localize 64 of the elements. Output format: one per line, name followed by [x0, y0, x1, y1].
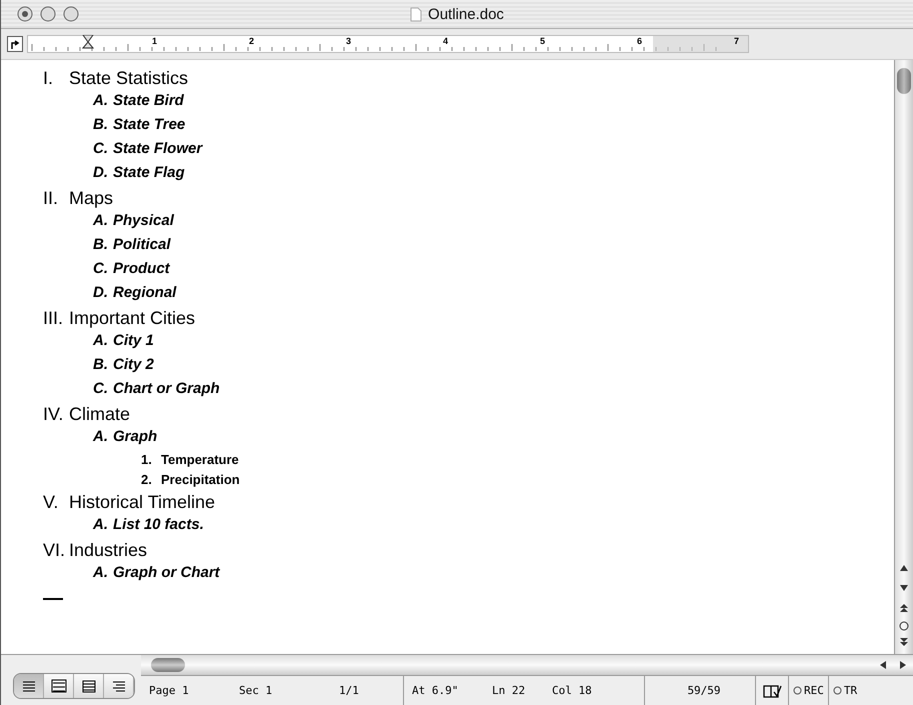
tab-arrow-icon — [10, 39, 20, 49]
view-button[interactable] — [74, 674, 104, 698]
outline-heading: B. City 2 — [93, 356, 154, 373]
outline-heading: 1. Temperature — [141, 452, 239, 467]
outline-heading: A. State Bird — [93, 92, 184, 109]
minimize-button[interactable] — [40, 6, 56, 22]
next-page-icon[interactable] — [898, 636, 910, 648]
outline-heading: A. Graph — [93, 428, 158, 445]
view-icon — [20, 679, 36, 693]
horizontal-scrollbar[interactable] — [141, 655, 913, 676]
outline-heading: B. Political — [93, 236, 171, 253]
outline-heading: D. Regional — [93, 284, 176, 301]
status-column: Col 18 — [544, 684, 644, 697]
ruler-number: 3 — [346, 36, 352, 46]
outline-heading: IV. Climate — [43, 404, 130, 425]
view-button[interactable] — [44, 674, 74, 698]
view-icon — [80, 679, 96, 693]
status-line: Ln 22 — [491, 684, 526, 697]
vertical-scrollbar[interactable] — [894, 60, 913, 654]
view-icon — [50, 679, 66, 693]
status-position: At 6.9" — [411, 684, 460, 697]
ruler-number: 4 — [443, 36, 448, 46]
status-word-count: 59/59 — [686, 684, 722, 697]
tab-stop-button[interactable] — [7, 36, 23, 52]
book-icon[interactable] — [762, 684, 782, 698]
ruler[interactable]: 1 2 3 4 5 6 7 — [27, 35, 749, 53]
view-icon — [110, 679, 126, 693]
ruler-number: 1 — [152, 36, 158, 46]
indent-marker-icon[interactable] — [82, 35, 94, 51]
track-changes-indicator: TR — [828, 684, 858, 697]
status-page: Page 1 — [148, 684, 190, 697]
view-button[interactable] — [104, 674, 134, 698]
previous-page-icon[interactable] — [898, 602, 910, 614]
zoom-button[interactable] — [63, 6, 79, 22]
ruler-number: 5 — [540, 36, 546, 46]
status-pages: 1/1 — [338, 684, 360, 697]
outline-heading: A. City 1 — [93, 332, 154, 349]
view-button[interactable] — [14, 674, 44, 698]
outline-heading: II. Maps — [43, 188, 114, 209]
record-indicator: REC — [789, 684, 828, 697]
ruler-number: 7 — [734, 36, 740, 46]
outline-heading: VI. Industries — [43, 540, 148, 561]
close-button[interactable] — [17, 6, 33, 22]
outline-heading: V. Historical Timeline — [43, 492, 216, 513]
outline-heading: I. State Statistics — [43, 68, 188, 89]
outline-heading: 2. Precipitation — [141, 472, 240, 487]
ruler-number: 6 — [637, 36, 642, 46]
outline-heading: C. Chart or Graph — [93, 380, 220, 397]
status-section: Sec 1 — [231, 684, 331, 697]
outline-heading: A. List 10 facts. — [93, 516, 204, 533]
outline-heading: III. Important Cities — [43, 308, 196, 329]
ruler-number: 2 — [249, 36, 254, 46]
outline-heading: B. State Tree — [93, 116, 186, 133]
browse-object-icon[interactable] — [898, 620, 910, 632]
document-icon — [410, 6, 422, 22]
outline-heading: A. Graph or Chart — [93, 564, 220, 581]
scroll-thumb[interactable] — [151, 658, 185, 672]
scroll-thumb[interactable] — [897, 68, 911, 94]
outline-heading: C. Product — [93, 260, 170, 277]
outline-heading: D. State Flag — [93, 164, 185, 181]
outline-heading: C. State Flower — [93, 140, 202, 157]
window-title: Outline.doc — [428, 6, 504, 22]
outline-heading: A. Physical — [93, 212, 174, 229]
text-cursor — [43, 598, 63, 600]
